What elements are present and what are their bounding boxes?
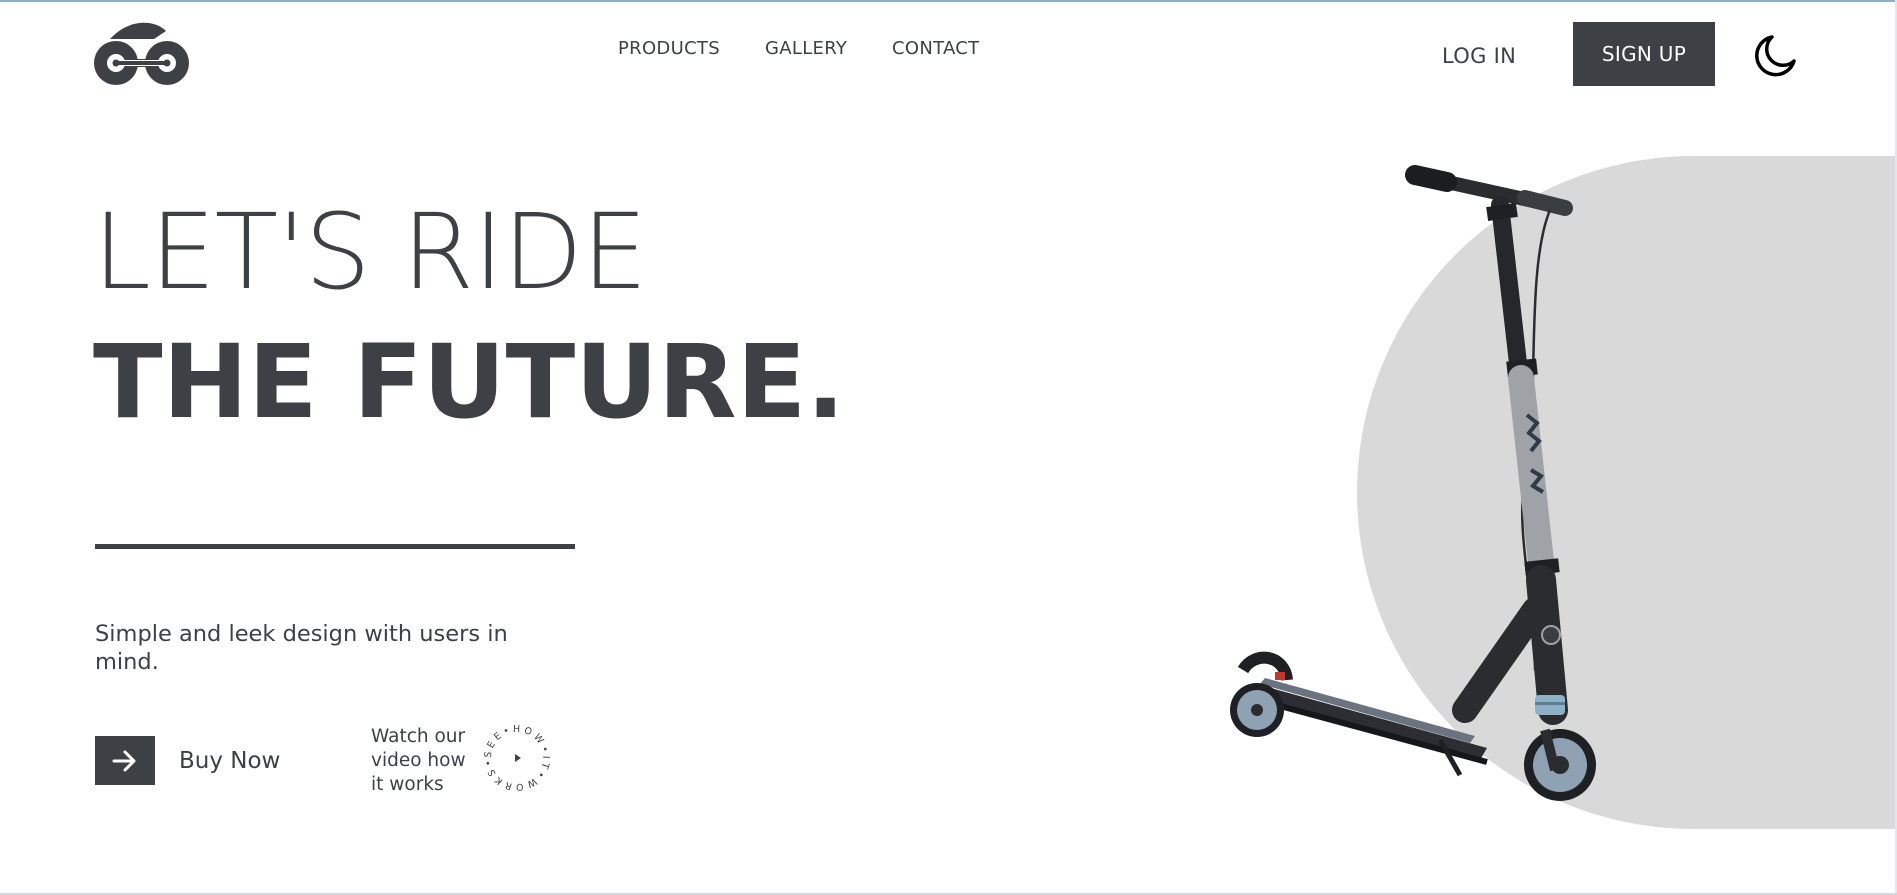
watch-line: Watch our [371, 726, 466, 747]
watch-video-text: Watch our video how it works [371, 725, 471, 797]
signup-button[interactable]: SIGN UP [1573, 22, 1715, 86]
play-icon [515, 754, 521, 762]
nav-products[interactable]: PRODUCTS [618, 38, 720, 59]
top-border [0, 0, 1897, 2]
login-link[interactable]: LOG IN [1442, 44, 1516, 68]
watch-line: video how [371, 750, 466, 771]
hero-tagline: Simple and leek design with users in min… [95, 621, 508, 675]
scooter-image [1230, 165, 1596, 801]
buy-now-label[interactable]: Buy Now [179, 748, 280, 774]
nav-contact[interactable]: CONTACT [892, 38, 979, 59]
video-badge[interactable]: SEE•HOW•IT•WORKS• [482, 723, 552, 793]
hero-divider [95, 544, 575, 549]
nav-gallery[interactable]: GALLERY [765, 38, 847, 59]
hero-title-line1: LET'S RIDE [93, 191, 648, 313]
hero-title-line2: THE FUTURE. [93, 323, 846, 442]
buy-now-button[interactable] [95, 736, 155, 785]
moon-icon[interactable] [1752, 33, 1798, 79]
arrow-right-icon [112, 750, 136, 771]
watch-line: it works [371, 774, 444, 795]
